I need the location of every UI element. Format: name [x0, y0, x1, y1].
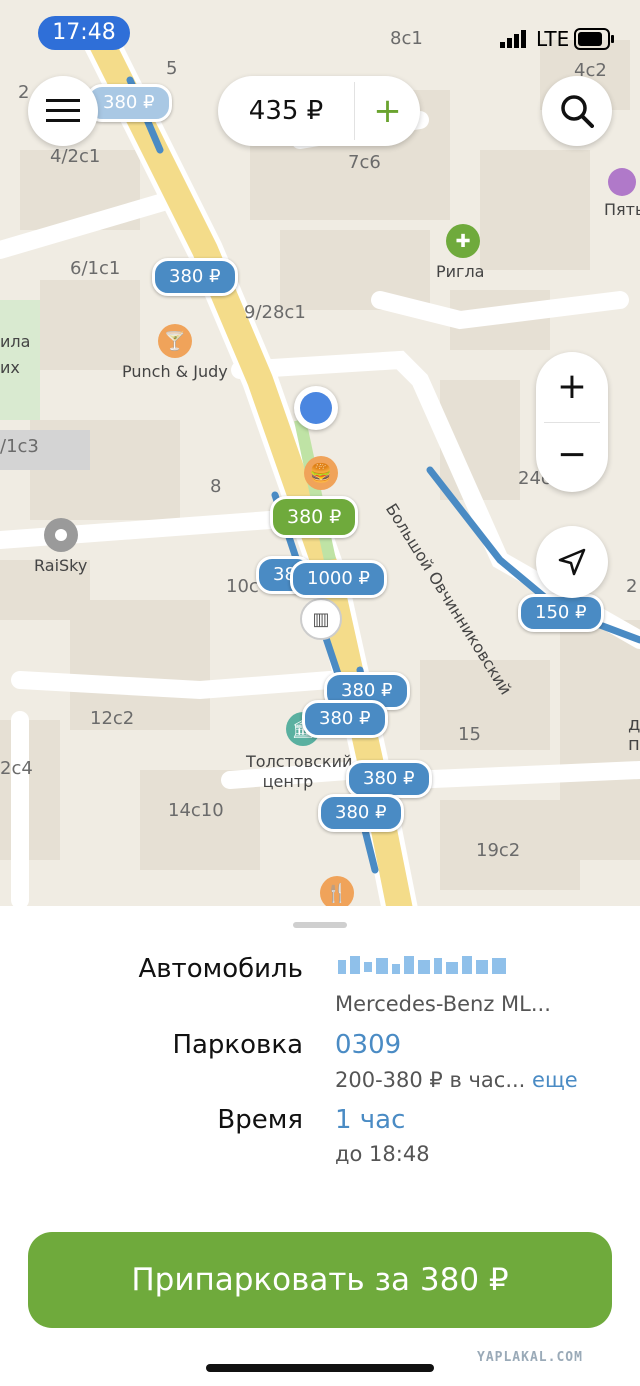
parking-zone-number[interactable]: 0309: [335, 1030, 401, 1060]
map-label: 6/1с1: [70, 258, 121, 279]
price-pin[interactable]: 1000 ₽: [290, 560, 387, 598]
price-pin[interactable]: 380 ₽: [346, 760, 432, 798]
map-label: /1с3: [0, 436, 39, 457]
map-label: 5: [166, 58, 178, 79]
locate-button[interactable]: [536, 526, 608, 598]
price-pin[interactable]: 380 ₽: [318, 794, 404, 832]
map-label: 9/28с1: [244, 302, 306, 323]
price-pin[interactable]: 380 ₽: [152, 258, 238, 296]
watermark: YAPLAKAL.COM: [477, 1350, 583, 1365]
pharmacy-icon[interactable]: ✚: [446, 224, 480, 258]
burger-icon[interactable]: 🍔: [304, 456, 338, 490]
car-label: Автомобиль: [138, 954, 303, 984]
poi-label: RaiSky: [34, 556, 88, 575]
network-type: LTE: [536, 27, 570, 51]
place-icon[interactable]: [44, 518, 78, 552]
map-label: 4/2с1: [50, 146, 101, 167]
selected-price-pin[interactable]: 380 ₽: [270, 496, 359, 538]
price-pin[interactable]: 380 ₽: [86, 84, 172, 122]
end-time: до 18:48: [335, 1142, 430, 1166]
zoom-out-button[interactable]: −: [536, 422, 608, 492]
search-icon: [561, 95, 594, 128]
signal-icon: [500, 30, 526, 48]
poi-label: Толстовский центр: [246, 752, 353, 791]
map-label: ила: [0, 332, 31, 351]
parking-rate: 200-380 ₽ в час... еще: [335, 1068, 578, 1092]
map-label: 7с6: [348, 152, 381, 173]
home-indicator[interactable]: [206, 1364, 434, 1372]
balance-pill[interactable]: 435 ₽ +: [218, 76, 420, 146]
price-pin[interactable]: 380 ₽: [302, 700, 388, 738]
battery-icon: [574, 28, 614, 50]
sheet-handle[interactable]: [293, 922, 347, 928]
search-button[interactable]: [542, 76, 612, 146]
add-funds-button[interactable]: +: [355, 76, 420, 146]
map-label: 19с2: [476, 840, 521, 861]
restaurant-icon[interactable]: 🍴: [320, 876, 354, 910]
blurred-plate: [338, 956, 506, 974]
more-link[interactable]: еще: [532, 1068, 578, 1092]
navigation-arrow-icon: [558, 548, 586, 576]
map-label: 2с4: [0, 758, 33, 779]
park-button[interactable]: Припарковать за 380 ₽: [28, 1232, 612, 1328]
map-label: 2: [18, 82, 30, 103]
zoom-in-button[interactable]: +: [536, 352, 608, 422]
menu-button[interactable]: [28, 76, 98, 146]
map-label: п: [628, 734, 640, 755]
map-label: 8: [210, 476, 222, 497]
status-time: 17:48: [38, 16, 130, 50]
map-label: Пять: [604, 200, 640, 219]
time-label: Время: [217, 1105, 303, 1135]
zoom-control: + −: [536, 352, 608, 492]
map-view[interactable]: 8с1 5 2 4/2с1 7с6 4с2 Пять 6/1с1 9/28с1 …: [0, 0, 640, 910]
map-label: 15: [458, 724, 481, 745]
map-label: 12с2: [90, 708, 135, 729]
duration-value[interactable]: 1 час: [335, 1105, 405, 1135]
building-icon[interactable]: ▥: [300, 598, 342, 640]
balance-amount: 435 ₽: [248, 96, 324, 126]
bar-icon[interactable]: 🍸: [158, 324, 192, 358]
map-label: д: [628, 714, 640, 735]
map-label: 2: [626, 576, 638, 597]
poi-label: Punch & Judy: [122, 362, 228, 381]
map-label: 14с10: [168, 800, 224, 821]
shop-icon[interactable]: [608, 168, 636, 196]
parking-sheet: Автомобиль Mercedes-Benz ML... Парковка …: [0, 906, 640, 1386]
status-bar: 17:48 LTE: [0, 0, 640, 60]
parking-label: Парковка: [172, 1030, 303, 1060]
hamburger-icon: [46, 99, 80, 122]
map-label: 10с: [226, 576, 259, 597]
poi-label: Ригла: [436, 262, 485, 281]
car-model[interactable]: Mercedes-Benz ML...: [335, 992, 551, 1016]
price-pin[interactable]: 150 ₽: [518, 594, 604, 632]
user-location-marker: [294, 386, 338, 430]
parking-rate-text: 200-380 ₽ в час...: [335, 1068, 526, 1092]
map-label: их: [0, 358, 20, 377]
